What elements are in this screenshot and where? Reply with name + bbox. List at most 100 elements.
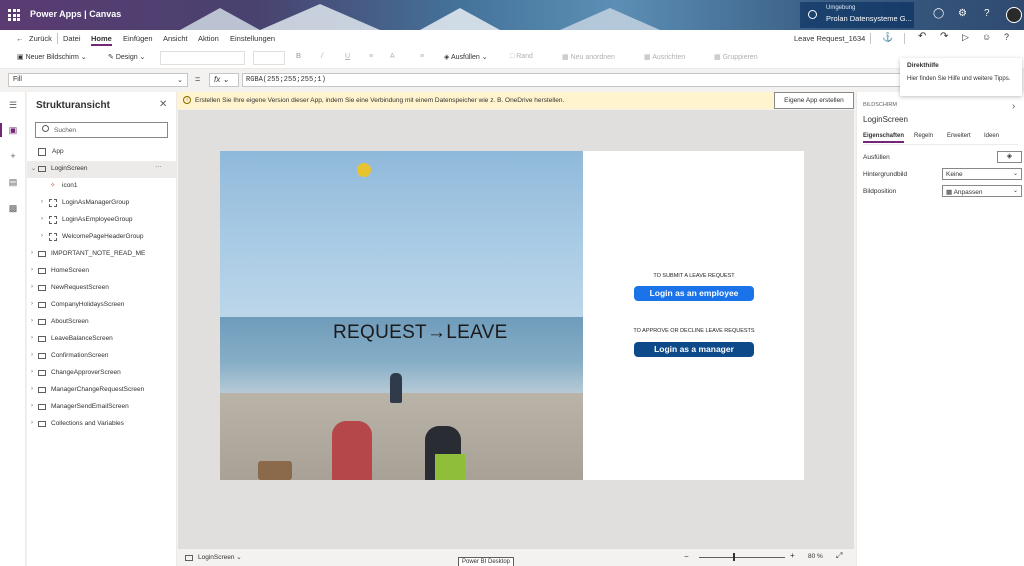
fx-button[interactable]: fx ⌄ [209, 73, 239, 87]
more-options-icon[interactable]: ··· [155, 163, 162, 170]
undo-icon[interactable]: ↶ [918, 31, 926, 42]
zoom-in-icon[interactable]: + [790, 551, 795, 560]
chevron-right-icon[interactable]: › [31, 335, 33, 341]
play-icon[interactable]: ▷ [962, 32, 969, 43]
chevron-right-icon[interactable]: › [31, 267, 33, 273]
chevron-right-icon[interactable]: › [31, 318, 33, 324]
image-icon: ▩ [946, 189, 954, 196]
chevron-right-icon[interactable]: › [31, 250, 33, 256]
login-manager-button[interactable]: Login as a manager [634, 342, 754, 357]
media-icon[interactable]: ▩ [8, 203, 18, 213]
tab-ideas[interactable]: Ideen [984, 133, 999, 139]
fx-label: fx [214, 75, 221, 84]
chevron-right-icon[interactable]: › [1012, 101, 1015, 112]
fill-button[interactable]: ◈ Ausfüllen ⌄ [444, 53, 488, 61]
app-checker-icon[interactable]: ⚓ [882, 32, 893, 43]
new-screen-button[interactable]: ▣ Neuer Bildschirm ⌄ [17, 53, 87, 61]
tree-item-label: ConfirmationScreen [51, 352, 109, 359]
employee-caption[interactable]: TO SUBMIT A LEAVE REQUEST [609, 273, 779, 279]
chevron-right-icon[interactable]: › [31, 352, 33, 358]
chevron-right-icon[interactable]: › [31, 369, 33, 375]
screen-selector[interactable]: LoginScreen ⌄ [198, 553, 242, 561]
image-position-value: Anpassen [953, 189, 983, 196]
avatar[interactable] [1006, 7, 1022, 23]
screen-icon [185, 555, 193, 561]
zoom-slider-handle[interactable] [733, 553, 735, 561]
new-screen-label: Neuer Bildschirm [25, 54, 79, 61]
menu-insert[interactable]: Einfügen [123, 34, 153, 43]
text-align-icon[interactable]: ≡ [420, 53, 424, 60]
close-icon[interactable]: ✕ [159, 99, 167, 110]
chevron-right-icon[interactable]: › [41, 199, 43, 205]
share-icon[interactable]: ☺ [982, 32, 991, 42]
help-toggle-icon[interactable]: ? [1004, 32, 1009, 42]
bell-icon[interactable]: ◯ [933, 8, 944, 19]
chevron-down-icon[interactable]: ⌄ [31, 165, 36, 172]
zoom-out-icon[interactable]: − [684, 552, 689, 561]
help-icon[interactable]: ? [984, 8, 990, 19]
chevron-right-icon[interactable]: › [31, 301, 33, 307]
chevron-right-icon[interactable]: › [31, 403, 33, 409]
fit-screen-icon[interactable]: ⤢ [836, 551, 842, 561]
reorder-button[interactable]: ▦ Neu anordnen [562, 53, 615, 61]
back-button[interactable]: Zurück [29, 34, 52, 43]
font-size-select[interactable] [253, 51, 285, 65]
menu-settings[interactable]: Einstellungen [230, 34, 275, 43]
italic-icon[interactable]: / [321, 53, 323, 60]
font-family-select[interactable] [160, 51, 245, 65]
manager-caption[interactable]: TO APPROVE OR DECLINE LEAVE REQUESTS [609, 328, 779, 334]
chevron-right-icon[interactable]: › [41, 233, 43, 239]
tree-item-label: NewRequestScreen [51, 284, 109, 291]
tree-view-icon[interactable]: ▣ [8, 125, 18, 135]
image-position-label: Bildposition [863, 188, 897, 195]
app-headline[interactable]: REQUEST→LEAVE [333, 322, 508, 344]
tab-advanced[interactable]: Erweitert [947, 133, 971, 139]
redo-icon[interactable]: ↷ [940, 31, 948, 42]
tree-item-screen[interactable] [27, 263, 177, 280]
tree-item-label: LeaveBalanceScreen [51, 335, 113, 342]
tree-item-screen[interactable] [27, 314, 177, 331]
chevron-right-icon[interactable]: › [31, 386, 33, 392]
data-icon[interactable]: ▤ [8, 177, 18, 187]
bold-icon[interactable]: B [296, 53, 301, 60]
screen-icon [38, 370, 46, 376]
font-color-icon[interactable]: A [390, 53, 395, 60]
photo-person [332, 421, 372, 480]
align-icon[interactable]: ≡ [369, 53, 373, 60]
menu-view[interactable]: Ansicht [163, 34, 188, 43]
chevron-right-icon[interactable]: › [41, 216, 43, 222]
align-button[interactable]: ▦ Ausrichten [644, 53, 685, 61]
border-button[interactable]: □ Rand [510, 53, 533, 60]
chevron-right-icon[interactable]: › [31, 284, 33, 290]
design-button[interactable]: ✎ Design ⌄ [108, 53, 145, 61]
menu-home[interactable]: Home [91, 34, 112, 46]
create-own-app-button[interactable]: Eigene App erstellen [774, 92, 854, 109]
app-launcher-icon[interactable] [8, 9, 20, 21]
chevron-right-icon[interactable]: › [31, 420, 33, 426]
zoom-level: 80 % [808, 553, 823, 560]
underline-icon[interactable]: U [345, 53, 350, 60]
group-button[interactable]: ▦ Gruppieren [714, 53, 758, 61]
selected-control-name[interactable]: LoginScreen [863, 115, 908, 124]
zoom-slider[interactable] [699, 557, 785, 558]
hamburger-icon[interactable]: ☰ [8, 100, 18, 110]
tab-properties[interactable]: Eigenschaften [863, 133, 905, 143]
photo-basket [258, 461, 292, 480]
tab-rules[interactable]: Regeln [914, 133, 933, 139]
tree-item-app[interactable] [27, 144, 177, 161]
insert-icon[interactable]: + [8, 151, 18, 161]
divider [904, 33, 905, 44]
property-select[interactable]: Fill ⌄ [8, 73, 188, 87]
menu-action[interactable]: Aktion [198, 34, 219, 43]
background-image-select[interactable]: Keine ⌄ [942, 168, 1022, 180]
reorder-label: Neu anordnen [570, 54, 615, 61]
back-icon[interactable]: ← [16, 34, 24, 43]
login-employee-button[interactable]: Login as an employee [634, 286, 754, 301]
beach-photo[interactable] [220, 151, 583, 480]
fill-color-picker[interactable]: ◈ [997, 151, 1022, 163]
menu-file[interactable]: Datei [63, 34, 81, 43]
tree-view-title: Strukturansicht [36, 100, 110, 111]
image-position-select[interactable]: ▩ Anpassen ⌄ [942, 185, 1022, 197]
gear-icon[interactable]: ⚙ [958, 8, 967, 19]
formula-input[interactable]: RGBA(255;255;255;1) [242, 73, 902, 87]
